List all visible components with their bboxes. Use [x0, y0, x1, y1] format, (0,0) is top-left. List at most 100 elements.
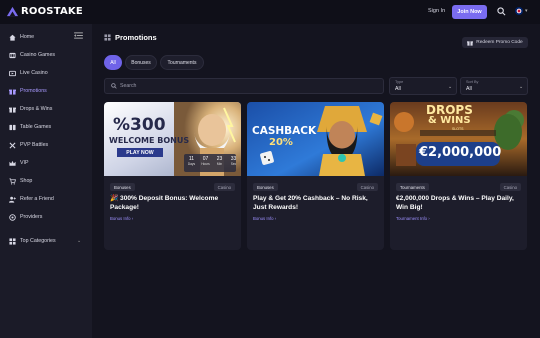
- sidebar-item-promotions[interactable]: Promotions: [0, 84, 92, 98]
- sidebar-item-label: Home: [20, 34, 35, 40]
- promo-icon: [9, 89, 16, 95]
- pvp-icon: [9, 142, 16, 148]
- sidebar-item-casino-games[interactable]: Casino Games: [0, 48, 92, 62]
- sidebar-item-vip[interactable]: VIP: [0, 156, 92, 170]
- live-icon: [9, 70, 16, 76]
- banner-slots-text: SLOTS: [452, 127, 464, 131]
- sidebar-item-pvp-battles[interactable]: PVP Battles: [0, 138, 92, 152]
- search-placeholder: Search: [120, 83, 137, 89]
- sidebar-item-label: Providers: [20, 214, 43, 220]
- brand-logo[interactable]: ROOSTAKE: [6, 5, 83, 18]
- sidebar-item-table-games[interactable]: Table Games: [0, 120, 92, 134]
- sign-in-link[interactable]: Sign In: [428, 8, 445, 14]
- promo-card-title[interactable]: Play & Get 20% Cashback – No Risk, Just …: [253, 195, 379, 212]
- search-input[interactable]: Search: [104, 78, 384, 94]
- chevron-down-icon: ⌄: [448, 84, 453, 90]
- countdown-days: 11 Days: [186, 156, 197, 166]
- brand-name: ROOSTAKE: [21, 6, 83, 17]
- sidebar-item-label: Shop: [20, 178, 33, 184]
- countdown-label: Days: [187, 162, 196, 166]
- sidebar-item-drops-wins[interactable]: Drops & Wins: [0, 102, 92, 116]
- tab-all[interactable]: All: [104, 55, 122, 70]
- tournament-info-link[interactable]: Tournament Info ›: [396, 216, 430, 221]
- uk-flag-icon: [515, 7, 523, 15]
- shop-icon: [9, 177, 16, 184]
- sidebar-item-home[interactable]: Home: [0, 30, 92, 44]
- language-selector[interactable]: ▾: [515, 7, 528, 15]
- category-badge: Bonuses: [110, 183, 135, 191]
- sidebar-item-live-casino[interactable]: Live Casino: [0, 66, 92, 80]
- promo-banner-cashback[interactable]: CASHBACK 20%: [247, 102, 384, 176]
- page-title: Promotions: [115, 33, 157, 42]
- banner-mid-text: 20%: [269, 137, 293, 148]
- promotion-tabs: All Bonuses Tournaments: [104, 55, 204, 70]
- sort-by-dropdown[interactable]: Sort By All ⌄: [460, 77, 528, 95]
- home-icon: [9, 34, 16, 41]
- sidebar-item-providers[interactable]: Providers: [0, 210, 92, 224]
- sidebar: Home Casino Games Live Casino Promotions…: [0, 24, 92, 338]
- promo-card-welcome-bonus[interactable]: %300 WELCOME BONUS PLAY NOW 11 Days 07 Hou…: [104, 102, 241, 250]
- type-dropdown[interactable]: Type All ⌄: [389, 77, 457, 95]
- sidebar-item-label: Drops & Wins: [20, 106, 53, 112]
- countdown-seconds: 33 Sec: [228, 156, 239, 166]
- sidebar-item-top-categories[interactable]: Top Categories ⌄: [0, 234, 92, 248]
- chevron-down-icon: ⌄: [77, 238, 82, 244]
- type-badge: Casino: [213, 183, 235, 191]
- countdown-minutes: 23 Min: [214, 156, 225, 166]
- sidebar-item-label: Refer a Friend: [20, 196, 54, 202]
- tab-tournaments[interactable]: Tournaments: [160, 55, 204, 70]
- refer-icon: [9, 196, 16, 203]
- sidebar-item-label: Table Games: [20, 124, 52, 130]
- redeem-promo-code-button[interactable]: Redeem Promo Code: [462, 37, 528, 48]
- category-badge: Bonuses: [253, 183, 278, 191]
- providers-icon: [9, 213, 16, 221]
- sidebar-item-label: VIP: [20, 160, 29, 166]
- dropdown-value: All: [395, 86, 401, 92]
- sidebar-item-refer-friend[interactable]: Refer a Friend: [0, 192, 92, 206]
- search-icon[interactable]: [497, 7, 506, 16]
- sidebar-item-shop[interactable]: Shop: [0, 174, 92, 188]
- main-content: Promotions Redeem Promo Code All Bonuses…: [92, 24, 540, 338]
- promo-card-drops-wins[interactable]: DROPS & WINS SLOTS €2,000,000 Tournament…: [390, 102, 527, 250]
- play-now-button[interactable]: PLAY NOW: [117, 148, 163, 157]
- countdown-hours: 07 Hours: [200, 156, 211, 166]
- countdown-label: Sec: [230, 162, 237, 166]
- bonus-info-link[interactable]: Bonus Info ›: [110, 216, 133, 221]
- banner-mid-text: WELCOME BONUS: [109, 136, 190, 145]
- type-badge: Casino: [356, 183, 378, 191]
- join-now-button[interactable]: Join Now: [452, 5, 487, 19]
- dropdown-caption: Type: [395, 80, 404, 84]
- banner-big-text: %300: [113, 115, 166, 135]
- promo-card-title[interactable]: €2,000,000 Drops & Wins – Play Daily, Wi…: [396, 195, 522, 212]
- drops-icon: [9, 107, 16, 113]
- type-badge: Casino: [499, 183, 521, 191]
- sidebar-item-label: PVP Battles: [20, 142, 49, 148]
- cashback-artwork: [247, 102, 384, 176]
- promo-banner-drops-wins[interactable]: DROPS & WINS SLOTS €2,000,000: [390, 102, 527, 176]
- sidebar-item-label: Promotions: [20, 88, 47, 94]
- gift-icon: [467, 40, 474, 46]
- bonus-info-link[interactable]: Bonus Info ›: [253, 216, 276, 221]
- sidebar-item-label: Live Casino: [20, 70, 48, 76]
- logo-icon: [6, 6, 19, 17]
- tab-bonuses[interactable]: Bonuses: [125, 55, 157, 70]
- promo-banner-welcome-bonus[interactable]: %300 WELCOME BONUS PLAY NOW 11 Days 07 Hou…: [104, 102, 241, 176]
- sidebar-item-label: Top Categories: [20, 238, 56, 244]
- page-title-row: Promotions: [104, 33, 157, 42]
- search-icon: [111, 83, 117, 89]
- categories-icon: [9, 237, 16, 245]
- banner-big-text: CASHBACK: [252, 125, 317, 137]
- dropdown-caption: Sort By: [466, 80, 479, 84]
- promo-card-cashback[interactable]: CASHBACK 20% Bonuses Casino Play & Get 2…: [247, 102, 384, 250]
- countdown-label: Hours: [201, 162, 210, 166]
- redeem-label: Redeem Promo Code: [476, 40, 523, 45]
- category-badge: Tournaments: [396, 183, 429, 191]
- chevron-down-icon: ▾: [525, 8, 528, 14]
- countdown-timer: 11 Days 07 Hours 23 Min 33 Sec: [186, 156, 239, 166]
- slot-icon: [9, 52, 16, 58]
- promo-card-title[interactable]: 🎉 300% Deposit Bonus: Welcome Package!: [110, 195, 236, 212]
- sidebar-item-label: Casino Games: [20, 52, 56, 58]
- vip-icon: [9, 160, 16, 166]
- table-icon: [9, 124, 16, 130]
- chevron-down-icon: ⌄: [519, 84, 524, 90]
